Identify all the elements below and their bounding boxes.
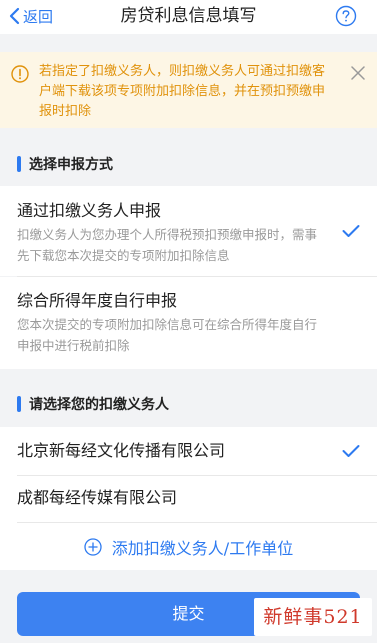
- section-heading-withholding-agent: 请选择您的扣缴义务人: [0, 383, 377, 425]
- close-icon[interactable]: [351, 66, 365, 80]
- option-self-report[interactable]: 综合所得年度自行申报 您本次提交的专项附加扣除信息可在综合所得年度自行申报中进行…: [0, 277, 377, 369]
- option-withholding-agent[interactable]: 通过扣缴义务人申报 扣缴义务人为您办理个人所得税预扣预缴申报时，需事先下载您本次…: [0, 186, 377, 276]
- check-icon: [342, 445, 360, 457]
- warning-icon: [11, 65, 29, 83]
- notice-banner: 若指定了扣缴义务人，则扣缴义务人可通过扣缴客户端下载该项专项附加扣除信息，并在预…: [0, 52, 377, 128]
- option-desc: 您本次提交的专项附加扣除信息可在综合所得年度自行申报中进行税前扣除: [17, 317, 318, 353]
- section-marker: [17, 396, 21, 412]
- agent-name: 北京新每经文化传播有限公司: [17, 441, 226, 460]
- section-heading-report-method: 选择申报方式: [0, 143, 377, 185]
- option-title: 通过扣缴义务人申报: [17, 201, 162, 220]
- section-title: 请选择您的扣缴义务人: [29, 397, 169, 413]
- section-marker: [17, 156, 21, 172]
- add-agent-label: 添加扣缴义务人/工作单位: [111, 538, 294, 558]
- watermark: 新鲜事521: [254, 598, 372, 636]
- section-title: 选择申报方式: [29, 157, 113, 173]
- nav-header: 返回 房贷利息信息填写: [0, 0, 377, 34]
- agent-name: 成都每经传媒有限公司: [17, 488, 178, 507]
- add-agent-button[interactable]: 添加扣缴义务人/工作单位: [0, 523, 377, 570]
- page-title: 房贷利息信息填写: [120, 6, 257, 26]
- agent-item-0[interactable]: 北京新每经文化传播有限公司: [0, 427, 377, 475]
- option-title: 综合所得年度自行申报: [17, 291, 178, 310]
- plus-circle-icon: [84, 537, 102, 556]
- help-icon[interactable]: [335, 5, 357, 27]
- agent-item-1[interactable]: 成都每经传媒有限公司: [0, 476, 377, 522]
- notice-text: 若指定了扣缴义务人，则扣缴义务人可通过扣缴客户端下载该项专项附加扣除信息，并在预…: [39, 64, 326, 119]
- check-icon: [342, 225, 360, 237]
- agent-list: 北京新每经文化传播有限公司 成都每经传媒有限公司 添加扣缴义务人/工作单位: [0, 427, 377, 570]
- option-desc: 扣缴义务人为您办理个人所得税预扣预缴申报时，需事先下载您本次提交的专项附加扣除信…: [17, 227, 318, 263]
